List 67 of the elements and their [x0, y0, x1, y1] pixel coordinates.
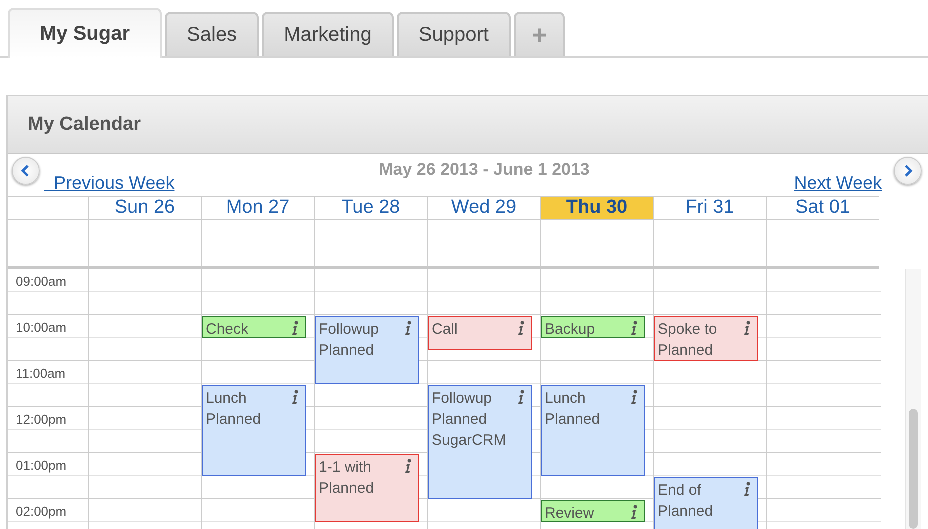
calendar-event[interactable]: Check [202, 316, 306, 338]
calendar-event[interactable]: Followup Planned SugarCRM [428, 385, 532, 499]
event-detail: Planned [319, 479, 374, 499]
time-label: 01:00pm [15, 457, 68, 473]
event-title: Review [545, 504, 594, 521]
event-title: Spoke to [658, 320, 718, 340]
event-detail: Planned [545, 410, 600, 430]
day-header[interactable]: Fri 31 [653, 196, 766, 219]
tab[interactable]: Marketing [262, 12, 394, 56]
info-icon[interactable] [291, 390, 299, 405]
event-detail: Planned [319, 341, 374, 361]
day-header[interactable]: Mon 27 [201, 196, 314, 219]
calendar-event[interactable]: Lunch Planned [202, 385, 306, 476]
event-title: Followup [319, 320, 380, 340]
info-icon[interactable] [743, 321, 751, 336]
day-header[interactable]: Sun 26 [88, 196, 201, 219]
time-label: 10:00am [15, 319, 68, 335]
calendar-event[interactable]: Review [541, 500, 645, 522]
calendar-event[interactable]: Lunch Planned [541, 385, 645, 476]
event-detail: SugarCRM [432, 431, 506, 451]
tab[interactable]: Support [396, 12, 511, 56]
event-title: Backup [545, 320, 596, 337]
panel-title: My Calendar [28, 114, 141, 136]
event-title: Call [432, 320, 458, 340]
event-detail: Planned [432, 410, 488, 430]
chevron-left-icon [20, 164, 32, 178]
info-icon[interactable] [404, 459, 412, 474]
previous-week-button[interactable] [12, 157, 40, 185]
calendar-event[interactable]: End of Planned [654, 477, 758, 529]
scrollbar[interactable] [905, 269, 921, 529]
event-detail: Planned [658, 502, 714, 522]
chevron-right-icon [902, 164, 914, 178]
time-label: 12:00pm [15, 411, 68, 427]
event-title: Followup [432, 389, 492, 409]
day-header[interactable]: Tue 28 [314, 196, 427, 219]
info-icon[interactable] [404, 321, 412, 336]
calendar-event[interactable]: Followup Planned [315, 316, 419, 384]
event-detail: Planned [206, 410, 262, 430]
info-icon[interactable] [630, 321, 638, 336]
event-detail: Planned [658, 341, 714, 360]
info-icon[interactable] [630, 390, 638, 405]
event-title: Lunch [206, 389, 247, 409]
info-icon[interactable] [517, 321, 525, 336]
time-label: 11:00am [15, 365, 67, 381]
day-header[interactable]: Sat 01 [766, 196, 879, 219]
event-title: Check [206, 320, 249, 337]
event-title: Lunch [545, 389, 586, 409]
previous-week-link[interactable]: Previous Week [44, 173, 175, 194]
calendar-event[interactable]: Backup [541, 316, 645, 338]
info-icon[interactable] [743, 482, 751, 497]
calendar-event[interactable]: Call [428, 316, 532, 350]
week-range: May 26 2013 - June 1 2013 [379, 160, 590, 179]
day-header[interactable]: Thu 30 [540, 196, 653, 219]
next-week-button[interactable] [894, 157, 922, 185]
scrollbar-thumb[interactable] [909, 409, 918, 529]
tab[interactable]: My Sugar [8, 8, 162, 58]
event-title: 1-1 with [319, 458, 372, 478]
info-icon[interactable] [291, 321, 299, 336]
tab[interactable]: Sales [165, 12, 260, 56]
event-title: End of [658, 481, 702, 501]
info-icon[interactable] [517, 390, 525, 405]
calendar-event[interactable]: 1-1 with Planned [315, 454, 419, 522]
next-week-link[interactable]: Next Week [794, 173, 882, 194]
calendar-event[interactable]: Spoke to Planned [654, 316, 758, 361]
time-label: 09:00am [15, 273, 68, 289]
time-label: 02:00pm [15, 503, 68, 519]
info-icon[interactable] [630, 505, 638, 520]
